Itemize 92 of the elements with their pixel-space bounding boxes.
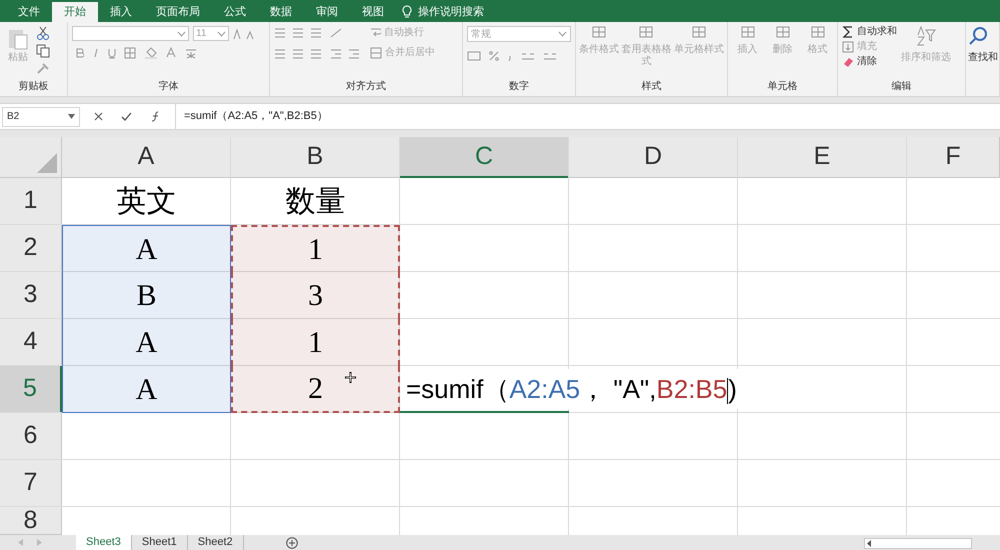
table-cell: A bbox=[62, 319, 231, 366]
font-color-icon[interactable] bbox=[166, 47, 176, 59]
table-cells-icon[interactable] bbox=[810, 26, 824, 38]
merge-icon[interactable] bbox=[370, 47, 382, 59]
ribbon-tab[interactable]: 插入 bbox=[98, 2, 144, 22]
fill-bucket-icon[interactable] bbox=[144, 47, 158, 59]
font-name-field[interactable] bbox=[72, 26, 189, 41]
table-cell: 2 bbox=[231, 366, 400, 413]
check-icon[interactable] bbox=[121, 112, 132, 121]
chevron-down-icon[interactable] bbox=[177, 30, 186, 36]
percent-icon[interactable] bbox=[489, 51, 499, 61]
group-title: 编辑 bbox=[892, 80, 912, 94]
table-cell: A bbox=[62, 366, 231, 413]
sigma-icon[interactable] bbox=[842, 26, 854, 38]
underline-icon[interactable] bbox=[108, 48, 116, 58]
table-cell-text: 数量 bbox=[284, 184, 346, 220]
scroll-left-icon[interactable] bbox=[865, 539, 873, 548]
indent-icon[interactable] bbox=[348, 48, 360, 58]
table-cell: A bbox=[62, 225, 231, 272]
ribbon-tab[interactable]: 数据 bbox=[258, 2, 304, 22]
group-title: 字体 bbox=[158, 80, 178, 94]
indent-icon[interactable] bbox=[330, 48, 342, 58]
align-icon[interactable] bbox=[292, 48, 304, 58]
sheet-tab[interactable]: Sheet3 bbox=[76, 535, 132, 550]
group-title: 单元格 bbox=[768, 80, 798, 94]
column-header[interactable]: B bbox=[231, 137, 400, 178]
row-header[interactable]: 8 bbox=[0, 507, 62, 535]
function-icon[interactable] bbox=[150, 111, 161, 122]
table-cell-text: 英文 bbox=[116, 184, 178, 220]
search-icon[interactable] bbox=[968, 26, 988, 46]
ribbon-tab[interactable]: 页面布局 bbox=[144, 2, 212, 22]
ribbon-tab[interactable]: 文件 bbox=[6, 2, 52, 22]
sort-filter-icon[interactable] bbox=[916, 26, 936, 46]
next-sheet-icon[interactable] bbox=[37, 539, 42, 546]
cancel-icon[interactable] bbox=[94, 112, 103, 121]
column-header[interactable]: A bbox=[62, 137, 231, 178]
horizontal-scrollbar[interactable] bbox=[864, 538, 972, 549]
align-icon[interactable] bbox=[274, 28, 286, 38]
ribbon-tab[interactable]: 开始 bbox=[52, 2, 98, 22]
column-header[interactable]: C bbox=[400, 137, 569, 178]
row-header[interactable]: 6 bbox=[0, 413, 62, 460]
align-icon[interactable] bbox=[310, 48, 322, 58]
text-cursor bbox=[727, 378, 728, 404]
row-header[interactable]: 2 bbox=[0, 225, 62, 272]
formula-input[interactable]: =sumif（A2:A5，"A",B2:B5） bbox=[175, 104, 1000, 129]
group-title: 剪贴板 bbox=[18, 80, 48, 94]
ribbon-button[interactable]: 清除 bbox=[857, 56, 877, 68]
align-icon[interactable] bbox=[274, 48, 286, 58]
column-header[interactable]: D bbox=[569, 137, 738, 178]
previous-sheet-icon[interactable] bbox=[18, 539, 23, 546]
move-cursor-icon bbox=[345, 372, 356, 383]
table-cell: 3 bbox=[231, 272, 400, 319]
italic-icon[interactable] bbox=[92, 48, 100, 58]
row-header[interactable]: 7 bbox=[0, 460, 62, 507]
column-header[interactable]: E bbox=[738, 137, 907, 178]
bold-icon[interactable] bbox=[76, 48, 84, 58]
table-cells-icon[interactable] bbox=[776, 26, 790, 38]
eraser-icon[interactable] bbox=[842, 56, 854, 68]
lightbulb-icon[interactable] bbox=[402, 5, 412, 19]
tell-me-search[interactable]: 操作说明搜索 bbox=[418, 4, 484, 20]
table-style-icon[interactable] bbox=[592, 26, 606, 38]
wrap-text-icon[interactable] bbox=[370, 27, 381, 39]
select-all-icon[interactable] bbox=[37, 153, 57, 173]
ribbon-button[interactable]: 自动求和 bbox=[857, 26, 897, 38]
table-cell: 1 bbox=[231, 319, 400, 366]
scissors-icon[interactable] bbox=[36, 26, 50, 40]
ribbon-tab[interactable]: 视图 bbox=[350, 2, 396, 22]
group-title: 数字 bbox=[509, 80, 529, 94]
borders-icon[interactable] bbox=[124, 47, 136, 59]
add-sheet-icon[interactable] bbox=[286, 537, 298, 549]
align-icon[interactable] bbox=[310, 28, 322, 38]
group-title: 样式 bbox=[642, 80, 662, 94]
table-cell: B bbox=[62, 272, 231, 319]
table-style-icon[interactable] bbox=[692, 26, 706, 38]
name-box[interactable]: B2 bbox=[2, 106, 80, 126]
chevron-down-icon[interactable] bbox=[217, 30, 226, 36]
row-header[interactable]: 3 bbox=[0, 272, 62, 319]
table-cells-icon[interactable] bbox=[740, 26, 754, 38]
group-title: 对齐方式 bbox=[346, 80, 386, 94]
ribbon-button[interactable]: 查找和 bbox=[968, 52, 998, 64]
row-header[interactable]: 1 bbox=[0, 178, 62, 225]
copy-icon[interactable] bbox=[36, 44, 50, 58]
chevron-down-icon[interactable] bbox=[558, 31, 567, 37]
ribbon-tab[interactable]: 公式 bbox=[212, 2, 258, 22]
row-header[interactable]: 4 bbox=[0, 319, 62, 366]
align-icon[interactable] bbox=[292, 28, 304, 38]
dropdown-icon[interactable] bbox=[68, 114, 75, 119]
ribbon-tab[interactable]: 审阅 bbox=[304, 2, 350, 22]
column-header[interactable]: F bbox=[907, 137, 1000, 178]
table-cell: 1 bbox=[231, 225, 400, 272]
table-style-icon[interactable] bbox=[639, 26, 654, 38]
row-header[interactable]: 5 bbox=[0, 366, 62, 413]
